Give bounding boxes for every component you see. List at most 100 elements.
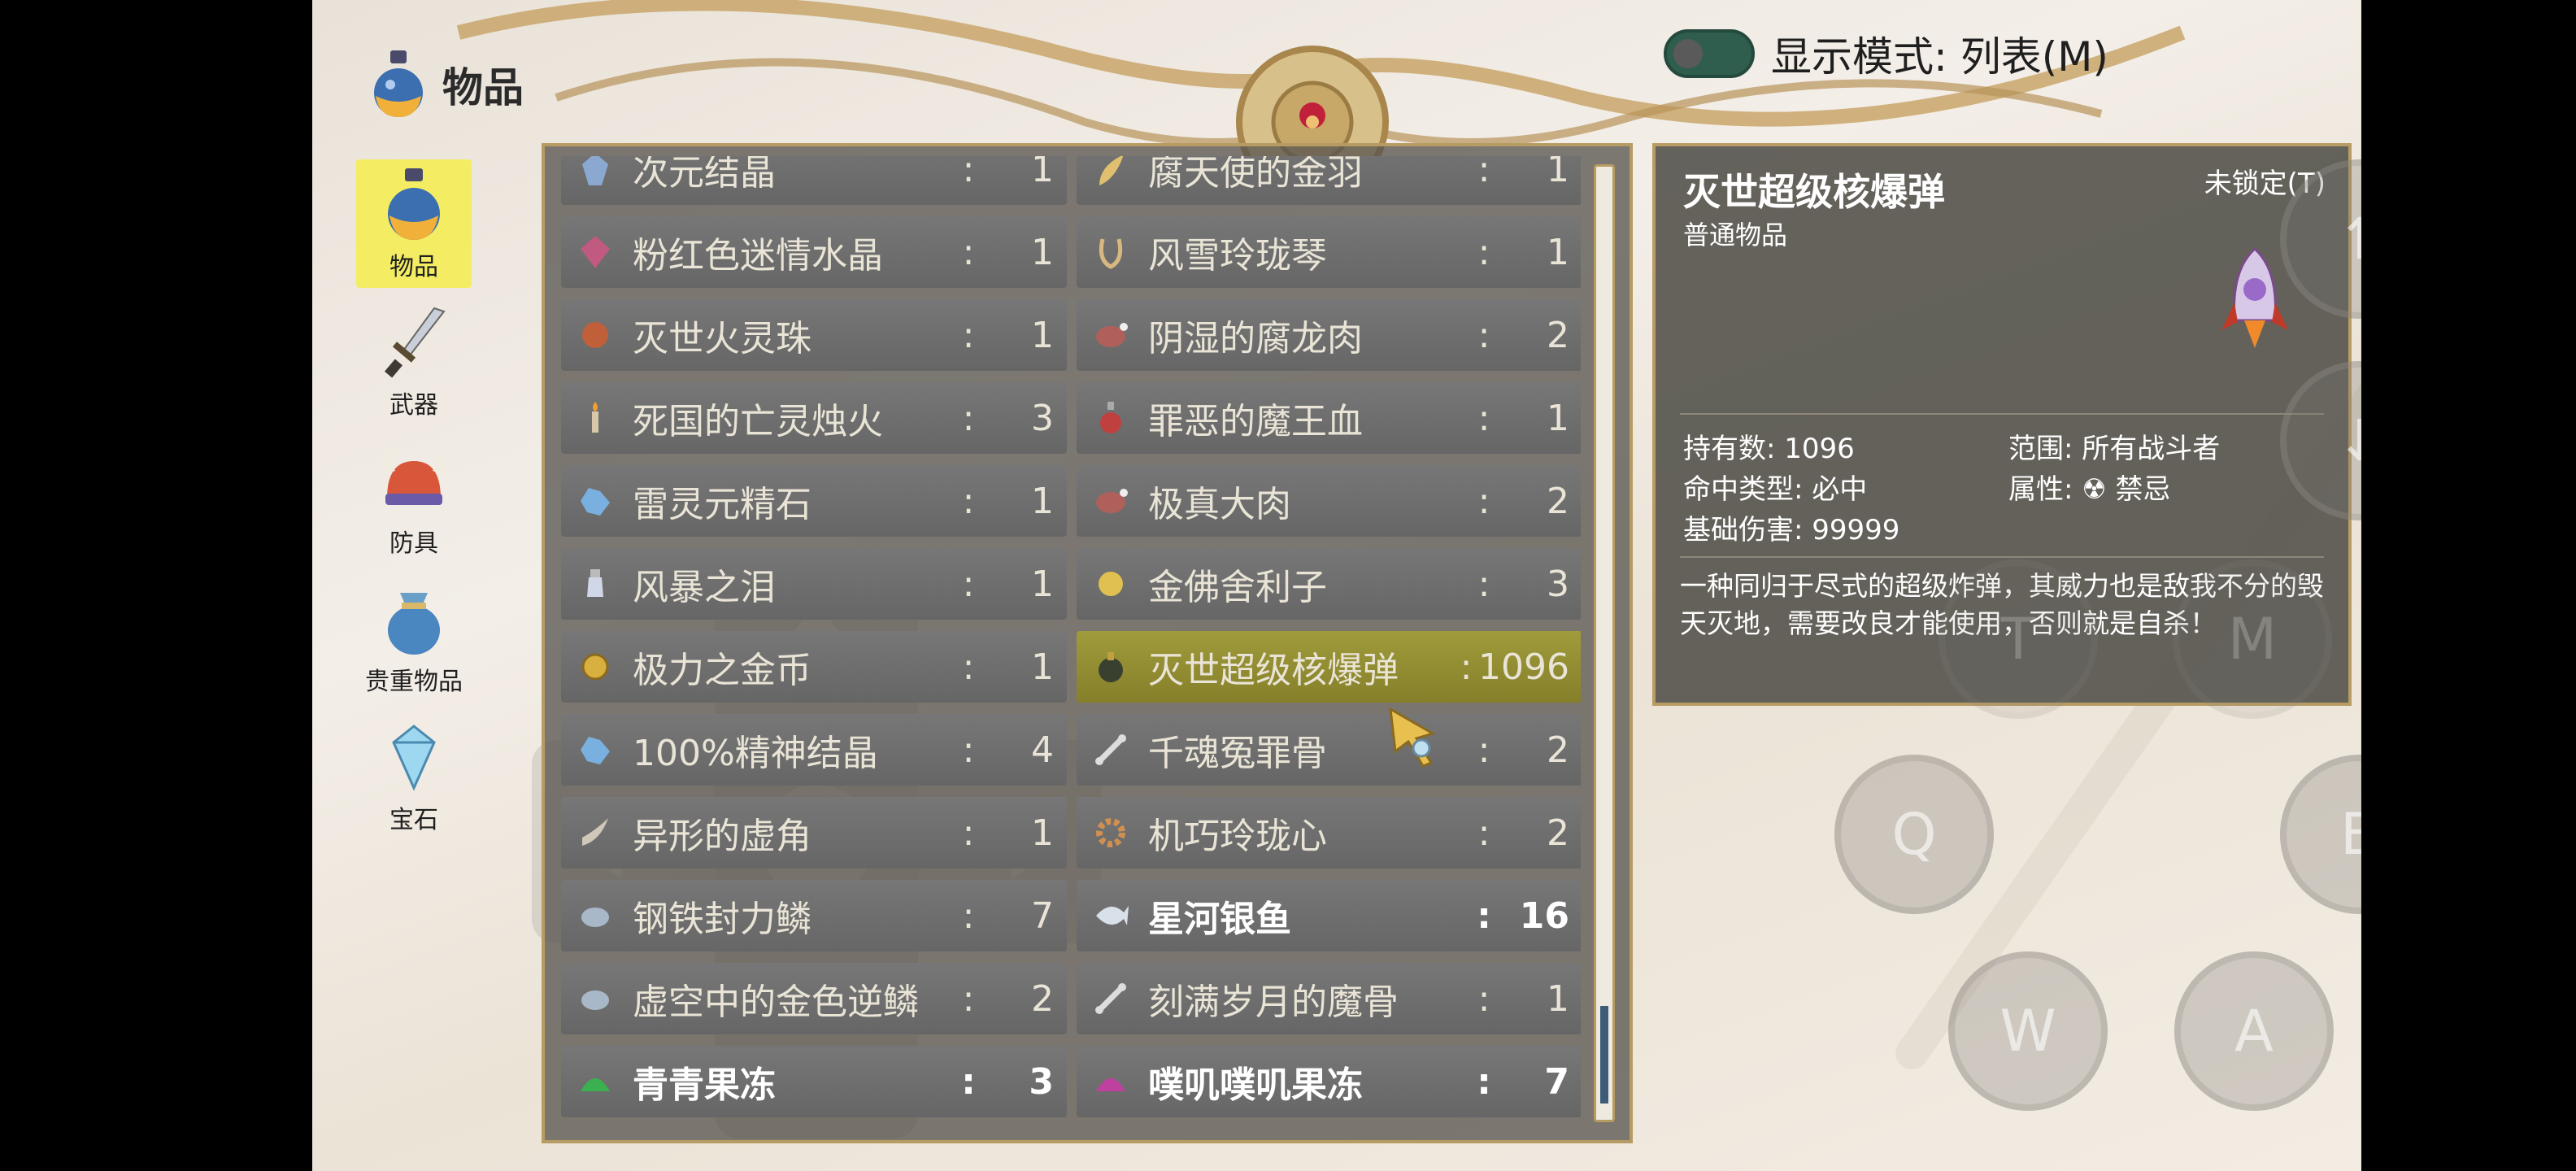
coin-icon <box>581 653 609 681</box>
item-entry[interactable]: 粉红色迷情水晶: 1 <box>561 216 1067 288</box>
category-label: 物品 <box>389 253 438 281</box>
a-button[interactable]: A <box>2174 951 2334 1111</box>
item-quantity: 1 <box>1547 977 1569 1020</box>
item-entry[interactable]: 腐天使的金羽: 1 <box>1077 156 1581 205</box>
gold-orb-icon <box>1099 572 1123 596</box>
item-entry[interactable]: 阴湿的腐龙肉: 2 <box>1077 299 1581 371</box>
w-button[interactable]: W <box>1948 951 2108 1111</box>
item-name: 异形的虚角 <box>633 816 812 857</box>
item-quantity: 1 <box>1031 480 1054 522</box>
item-entry[interactable]: 次元结晶: 1 <box>561 156 1067 205</box>
item-entry[interactable]: 灭世火灵珠: 1 <box>561 299 1067 371</box>
pink-crystal-icon <box>581 236 610 268</box>
category-label: 贵重物品 <box>365 668 463 696</box>
item-name: 金佛舍利子 <box>1148 567 1327 608</box>
item-separator: : <box>962 729 975 771</box>
rocket-bomb-icon <box>2221 246 2288 348</box>
item-separator: : <box>961 1060 976 1103</box>
item-separator: : <box>1477 397 1490 439</box>
category-label: 宝石 <box>389 806 438 834</box>
item-separator: : <box>962 314 975 356</box>
item-entry[interactable]: 雷灵元精石: 1 <box>561 465 1067 537</box>
page-header: 物品 <box>369 49 524 120</box>
item-quantity: 7 <box>1544 1060 1569 1103</box>
m-button[interactable]: M <box>2173 559 2332 719</box>
display-mode-toggle[interactable] <box>1664 29 1755 78</box>
display-mode-control[interactable]: 显示模式: 列表(M) <box>1664 24 2108 83</box>
item-entry[interactable]: 风暴之泪: 1 <box>561 548 1067 620</box>
category-label: 防具 <box>389 529 438 558</box>
item-quantity: 2 <box>1547 314 1569 356</box>
item-name: 钢铁封力鳞 <box>633 899 812 940</box>
item-entry[interactable]: 金佛舍利子: 3 <box>1077 548 1581 620</box>
item-name: 虚空中的金色逆鳞 <box>633 982 919 1023</box>
item-entry[interactable]: 灭世超级核爆弹:1096 <box>1077 631 1581 703</box>
scrollbar-thumb[interactable] <box>1600 1006 1608 1104</box>
item-list-viewport[interactable]: 次元结晶: 1 腐天使的金羽: 1 粉红色迷情水晶: 1 风雪玲珑琴: 1 灭世火灵珠: 1 阴湿的… <box>555 156 1581 1132</box>
item-entry[interactable]: 青青果冻: 3 <box>561 1046 1067 1117</box>
item-row: 雷灵元精石: 1 极真大肉: 2 <box>561 465 1581 537</box>
item-quantity: 2 <box>1547 812 1569 854</box>
item-entry[interactable]: 罪恶的魔王血: 1 <box>1077 382 1581 454</box>
item-entry[interactable]: 机巧玲珑心: 2 <box>1077 797 1581 868</box>
item-separator: : <box>962 563 975 605</box>
item-entry[interactable]: 异形的虚角: 1 <box>561 797 1067 868</box>
item-name: 次元结晶 <box>633 156 776 194</box>
detail-item-type: 普通物品 <box>1683 220 1788 250</box>
item-entry[interactable]: 虚空中的金色逆鳞: 2 <box>561 963 1067 1034</box>
scale-icon <box>581 908 609 927</box>
item-entry[interactable]: 星河银鱼:16 <box>1077 880 1581 951</box>
item-entry[interactable]: 刻满岁月的魔骨: 1 <box>1077 963 1581 1034</box>
item-quantity: 2 <box>1031 977 1054 1020</box>
divider <box>1680 556 2324 558</box>
item-name: 100%精神结晶 <box>633 733 878 774</box>
item-quantity: 1 <box>1031 314 1054 356</box>
orb-icon <box>582 322 608 348</box>
detail-item-name: 灭世超级核爆弹 <box>1683 170 1945 214</box>
stat-hit-type: 命中类型: 必中 <box>1683 473 1868 506</box>
item-entry[interactable]: 极真大肉: 2 <box>1077 465 1581 537</box>
category-armor[interactable]: 防具 <box>356 436 472 564</box>
category-valuables[interactable]: 贵重物品 <box>356 574 472 703</box>
stat-base-damage: 基础伤害: 99999 <box>1683 514 1900 546</box>
item-entry[interactable]: 极力之金币: 1 <box>561 631 1067 703</box>
item-name: 罪恶的魔王血 <box>1148 401 1363 442</box>
category-items[interactable]: 物品 <box>356 159 472 288</box>
bone-icon <box>1095 983 1126 1014</box>
item-quantity: 7 <box>1031 895 1054 937</box>
category-weapons[interactable]: 武器 <box>356 298 472 426</box>
item-entry[interactable]: 钢铁封力鳞: 7 <box>561 880 1067 951</box>
item-name: 星河银鱼 <box>1148 899 1291 940</box>
lyre-icon <box>1099 238 1123 269</box>
item-row: 异形的虚角: 1 机巧玲珑心: 2 <box>561 797 1581 868</box>
item-name: 青青果冻 <box>633 1064 776 1106</box>
b-button[interactable]: B <box>2280 755 2361 914</box>
item-entry[interactable]: 风雪玲珑琴: 1 <box>1077 216 1581 288</box>
toggle-knob <box>1673 39 1703 68</box>
stat-count: 持有数: 1096 <box>1683 433 1855 465</box>
scrollbar[interactable] <box>1594 164 1615 1122</box>
item-row: 次元结晶: 1 腐天使的金羽: 1 <box>561 156 1581 205</box>
item-separator: : <box>1477 231 1490 273</box>
vial-icon <box>587 569 603 597</box>
item-entry[interactable]: 100%精神结晶: 4 <box>561 714 1067 786</box>
item-entry[interactable]: 千魂冤罪骨:2 <box>1077 714 1581 786</box>
item-entry[interactable]: 死国的亡灵烛火: 3 <box>561 382 1067 454</box>
category-sidebar: 物品 武器 防具 贵重物品 宝石 <box>356 159 478 851</box>
flask-icon <box>1100 402 1121 433</box>
gear-icon <box>1096 818 1125 847</box>
item-quantity: 3 <box>1029 1060 1054 1103</box>
green-jelly-icon <box>581 1078 610 1091</box>
item-name: 粉红色迷情水晶 <box>633 235 883 276</box>
item-name: 灭世火灵珠 <box>633 318 812 359</box>
stat-attribute: 属性: ☢ 禁忌 <box>2008 473 2171 506</box>
item-separator: : <box>1477 1060 1491 1103</box>
q-button[interactable]: Q <box>1834 755 1994 914</box>
item-entry[interactable]: 噗叽噗叽果冻: 7 <box>1077 1046 1581 1117</box>
category-gems[interactable]: 宝石 <box>356 712 472 841</box>
item-separator: : <box>1477 480 1490 522</box>
t-button[interactable]: T <box>1939 559 2098 719</box>
item-separator: : <box>1477 977 1490 1020</box>
page-title: 物品 <box>442 64 524 111</box>
helmet-icon <box>383 448 445 505</box>
